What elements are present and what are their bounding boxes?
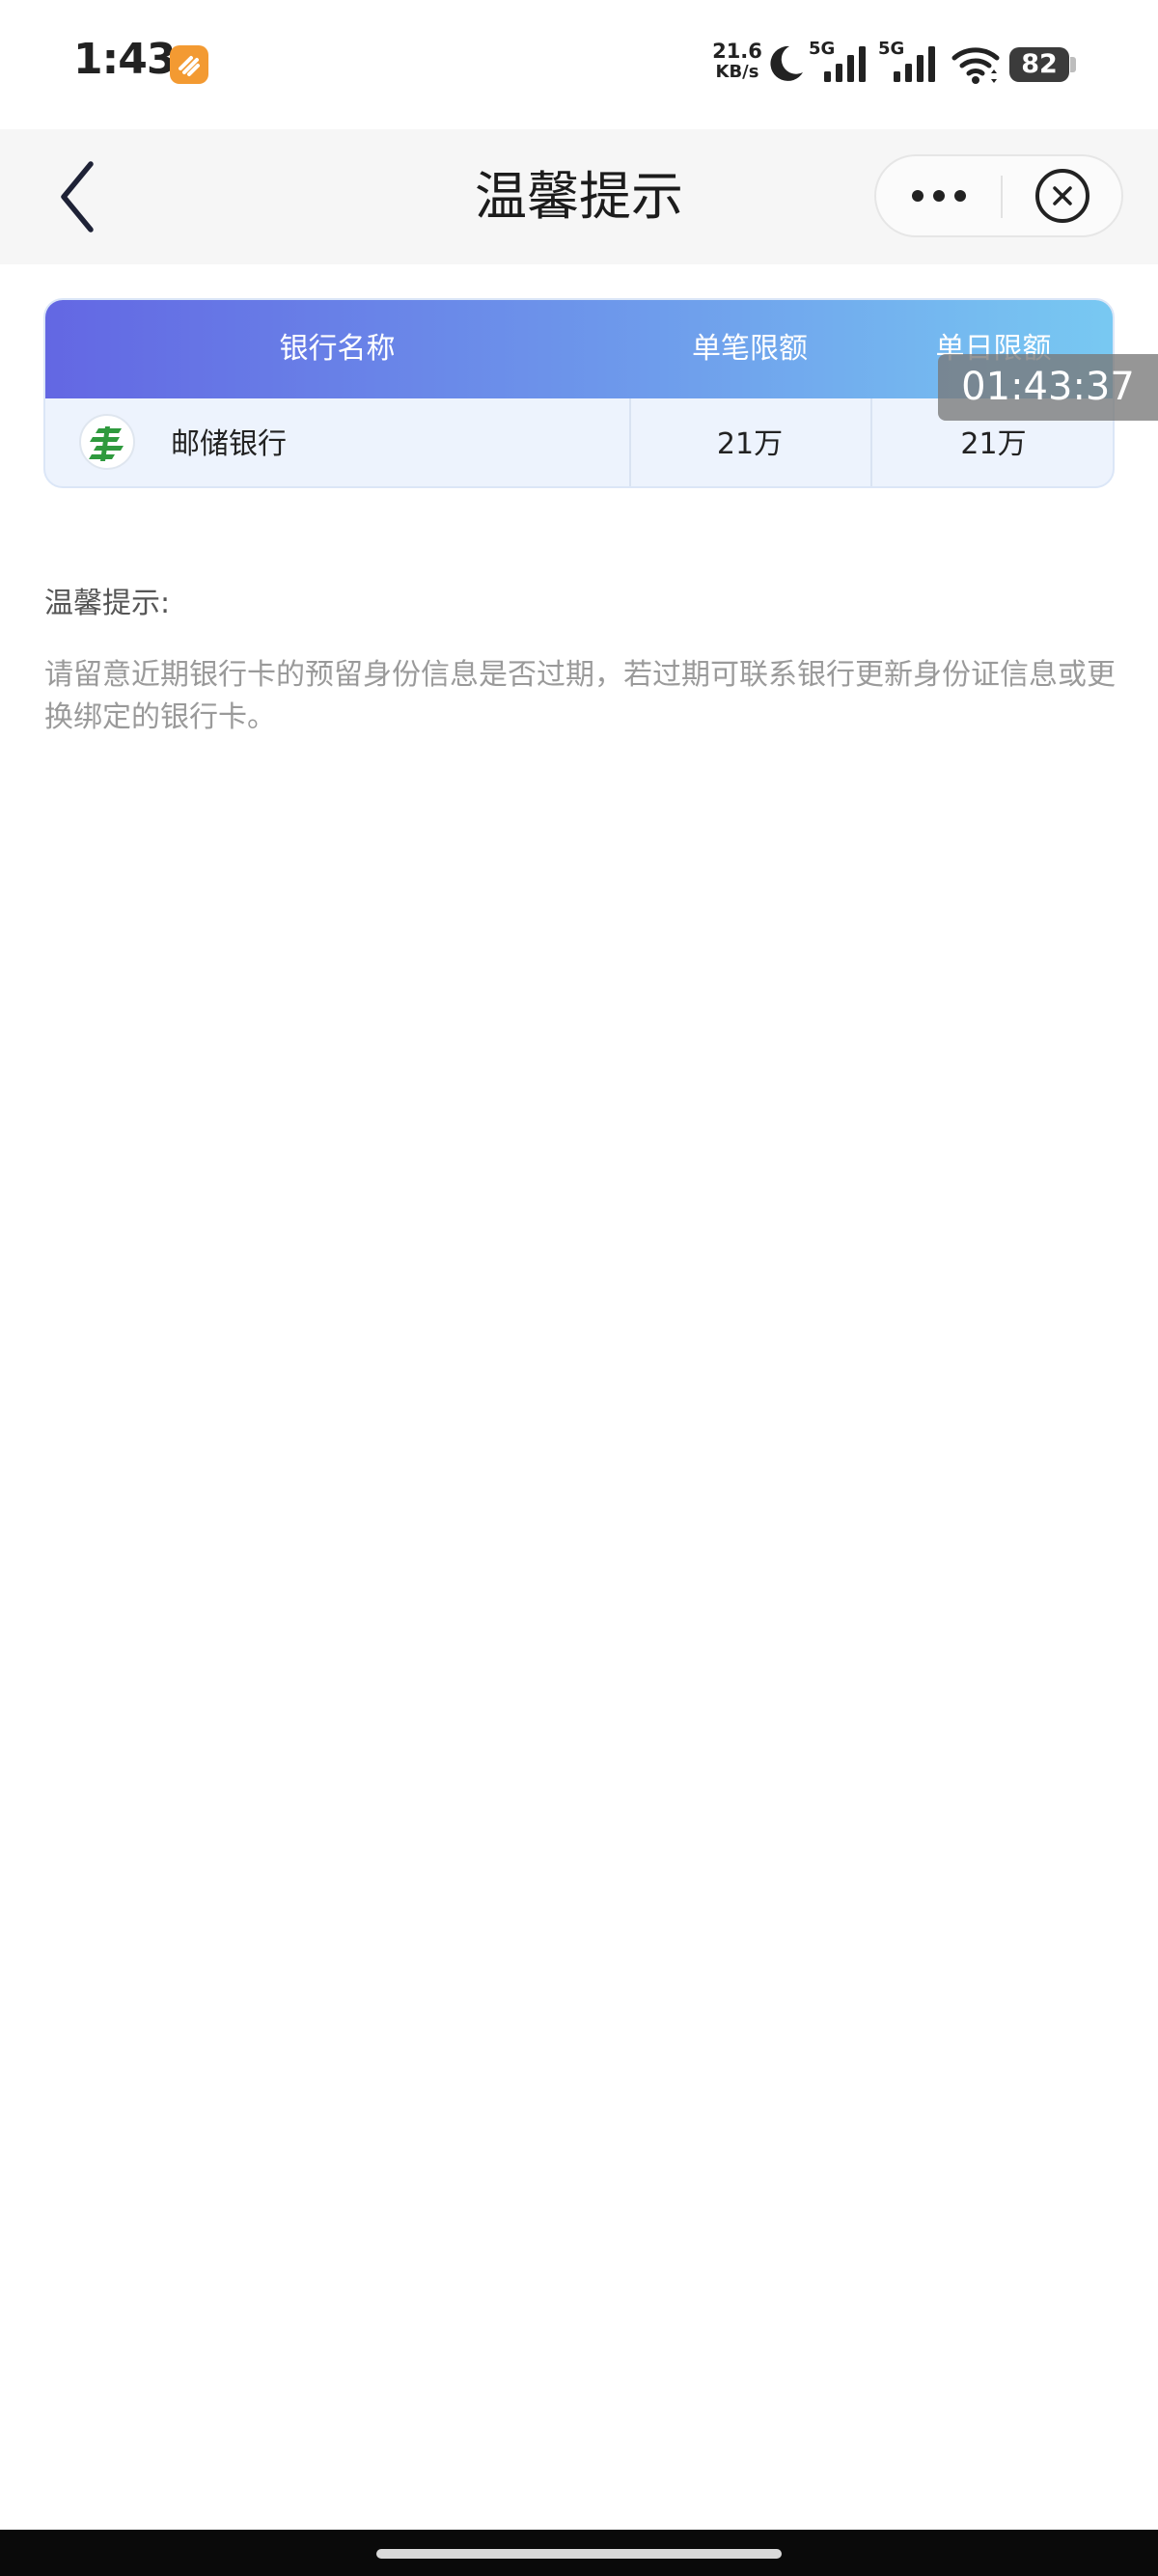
gesture-navigation-area <box>0 2530 1158 2576</box>
home-indicator[interactable] <box>376 2549 782 2559</box>
nav-bar: 温馨提示 <box>0 129 1158 264</box>
more-dots-icon[interactable] <box>905 174 973 218</box>
app-notification-icon <box>170 45 208 84</box>
close-circle-icon[interactable] <box>1034 167 1091 225</box>
network-speed-value: 21.6 <box>712 40 762 63</box>
notes-text: 请留意近期银行卡的预留身份信息是否过期，若过期可联系银行更新身份证信息或更换绑定… <box>44 658 1116 734</box>
mini-program-capsule <box>874 154 1123 237</box>
single-limit-value: 21万 <box>716 427 784 461</box>
header-single-limit: 单笔限额 <box>692 332 808 366</box>
status-bar: 1:43 21.6 KB/s 5G 5G 82 <box>0 0 1158 129</box>
battery-icon: 82 <box>1009 47 1069 82</box>
network-speed: 21.6 KB/s <box>712 41 762 83</box>
signal-icon <box>894 46 935 82</box>
floating-timer[interactable]: 01:43:37 <box>938 354 1158 421</box>
battery-tip <box>1070 57 1076 72</box>
bank-name: 邮储银行 <box>171 427 287 461</box>
status-time: 1:43 <box>73 35 176 84</box>
signal-icon <box>824 46 866 82</box>
postal-bank-logo-icon <box>79 414 135 470</box>
notes-title: 温馨提示: <box>44 587 171 620</box>
network-speed-unit: KB/s <box>715 62 759 82</box>
wifi-icon <box>951 47 1000 84</box>
header-bank-name: 银行名称 <box>279 332 396 366</box>
back-arrow-icon[interactable] <box>54 158 102 235</box>
moon-icon <box>770 45 803 81</box>
capsule-divider <box>1001 176 1003 218</box>
